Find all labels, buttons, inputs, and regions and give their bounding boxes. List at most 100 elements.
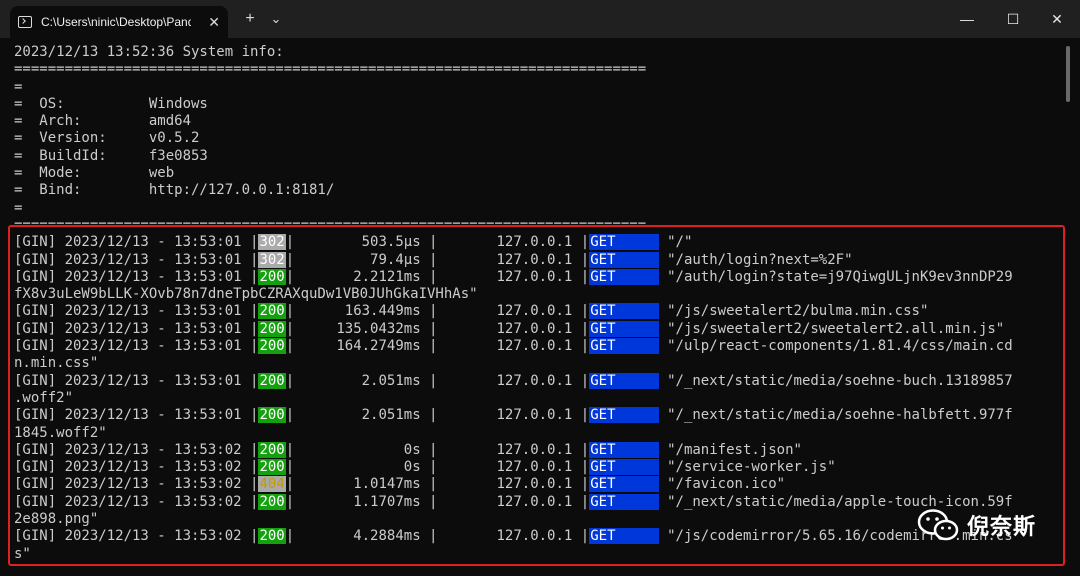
log-latency: 1.1707ms | (294, 493, 438, 510)
log-path: "/auth/login?next=%2F" (658, 251, 853, 268)
system-info-line: = OS: Windows (14, 95, 208, 112)
log-separator: | (580, 320, 590, 337)
log-path: "/js/sweetalert2/sweetalert2.all.min.js" (658, 320, 1005, 337)
chevron-down-icon[interactable]: ⌄ (264, 8, 288, 30)
status-badge: 200 (258, 338, 286, 355)
log-separator: | (580, 528, 590, 545)
log-separator: | (285, 303, 295, 320)
system-info-line: ========================================… (14, 61, 647, 78)
status-badge: 200 (258, 303, 286, 320)
log-separator: | (285, 528, 295, 545)
log-timestamp: [GIN] 2023/12/13 - 13:53:01 (14, 268, 251, 285)
status-badge: 404 (258, 476, 286, 493)
log-latency: 164.2749ms | (294, 338, 438, 355)
log-latency: 503.5µs | (294, 234, 438, 251)
method-badge: GET (589, 234, 659, 251)
log-latency: 1.0147ms | (294, 476, 438, 493)
log-separator: | (580, 338, 590, 355)
log-ip: 127.0.0.1 (437, 234, 581, 251)
log-latency: 0s | (294, 441, 438, 458)
status-badge: 200 (258, 441, 286, 458)
system-info-line: = (14, 199, 23, 216)
log-timestamp: [GIN] 2023/12/13 - 13:53:01 (14, 372, 251, 389)
log-path-continuation: fX8v3uLeW9bLLK-XOvb78n7dneTpbCZRAXquDw1V… (14, 286, 478, 303)
log-separator: | (285, 372, 295, 389)
terminal-tab[interactable]: C:\Users\ninic\Desktop\Pandora ✕ (10, 6, 228, 38)
minimize-button[interactable]: — (944, 0, 990, 38)
new-tab-button[interactable]: + (238, 8, 262, 30)
log-ip: 127.0.0.1 (437, 459, 581, 476)
terminal-icon (18, 16, 32, 28)
log-latency: 2.2121ms | (294, 268, 438, 285)
log-row: [GIN] 2023/12/13 - 13:53:02 |200| 0s | 1… (14, 459, 1060, 476)
method-badge: GET (589, 372, 659, 389)
log-ip: 127.0.0.1 (437, 251, 581, 268)
method-badge: GET (589, 476, 659, 493)
log-row: [GIN] 2023/12/13 - 13:53:02 |200| 0s | 1… (14, 441, 1060, 459)
status-badge: 200 (258, 372, 286, 389)
log-separator: | (580, 441, 590, 458)
tab-close-icon[interactable]: ✕ (208, 14, 220, 31)
log-row: [GIN] 2023/12/13 - 13:53:01 |200| 135.04… (14, 320, 1060, 338)
log-ip: 127.0.0.1 (437, 407, 581, 424)
log-path-continuation: 2e898.png" (14, 511, 99, 528)
log-row: [GIN] 2023/12/13 - 13:53:01 |200| 163.44… (14, 303, 1060, 320)
log-timestamp: [GIN] 2023/12/13 - 13:53:01 (14, 234, 251, 251)
log-path-continuation: 1845.woff2" (14, 424, 107, 441)
method-badge: GET (589, 493, 659, 510)
log-separator: | (285, 338, 295, 355)
log-path: "/" (658, 234, 693, 251)
log-path: "/_next/static/media/soehne-buch.1318985… (658, 372, 1013, 389)
log-timestamp: [GIN] 2023/12/13 - 13:53:01 (14, 320, 251, 337)
system-info-line: = Arch: amd64 (14, 113, 192, 130)
log-separator: | (580, 268, 590, 285)
maximize-button[interactable]: ☐ (990, 0, 1036, 38)
system-info-line: = Version: v0.5.2 (14, 130, 200, 147)
log-row: [GIN] 2023/12/13 - 13:53:02 |200| 4.2884… (14, 528, 1060, 545)
log-ip: 127.0.0.1 (437, 303, 581, 320)
log-timestamp: [GIN] 2023/12/13 - 13:53:02 (14, 528, 251, 545)
log-ip: 127.0.0.1 (437, 476, 581, 493)
log-timestamp: [GIN] 2023/12/13 - 13:53:01 (14, 338, 251, 355)
title-bar: C:\Users\ninic\Desktop\Pandora ✕ + ⌄ — ☐… (0, 0, 1080, 38)
log-timestamp: [GIN] 2023/12/13 - 13:53:01 (14, 251, 251, 268)
log-separator: | (580, 372, 590, 389)
scrollbar-thumb[interactable] (1066, 46, 1070, 102)
method-badge: GET (589, 320, 659, 337)
log-row: [GIN] 2023/12/13 - 13:53:02 |200| 1.1707… (14, 493, 1060, 511)
log-timestamp: [GIN] 2023/12/13 - 13:53:01 (14, 303, 251, 320)
log-path-continuation: s" (14, 545, 31, 562)
log-ip: 127.0.0.1 (437, 372, 581, 389)
system-info-line: = BuildId: f3e0853 (14, 147, 208, 164)
log-separator: | (285, 268, 295, 285)
status-badge: 200 (258, 528, 286, 545)
system-info-line: = Mode: web (14, 165, 175, 182)
terminal-window: C:\Users\ninic\Desktop\Pandora ✕ + ⌄ — ☐… (0, 0, 1080, 576)
wechat-icon (917, 509, 959, 541)
method-badge: GET (589, 441, 659, 458)
watermark-text: 倪奈斯 (967, 514, 1037, 539)
terminal-output[interactable]: 2023/12/13 13:52:36 System info: ========… (14, 44, 1060, 576)
log-latency: 4.2884ms | (294, 528, 438, 545)
log-timestamp: [GIN] 2023/12/13 - 13:53:02 (14, 459, 251, 476)
log-path: "/service-worker.js" (658, 459, 836, 476)
method-badge: GET (589, 528, 659, 545)
close-button[interactable]: ✕ (1034, 0, 1080, 38)
log-separator: | (285, 459, 295, 476)
log-ip: 127.0.0.1 (437, 528, 581, 545)
status-badge: 302 (258, 251, 286, 268)
status-badge: 200 (258, 407, 286, 424)
log-latency: 2.051ms | (294, 372, 438, 389)
log-row: [GIN] 2023/12/13 - 13:53:01 |200| 2.051m… (14, 407, 1060, 424)
method-badge: GET (589, 268, 659, 285)
log-separator: | (285, 251, 295, 268)
log-ip: 127.0.0.1 (437, 338, 581, 355)
method-badge: GET (589, 303, 659, 320)
log-latency: 2.051ms | (294, 407, 438, 424)
log-path-continuation: .woff2" (14, 389, 74, 406)
log-row: [GIN] 2023/12/13 - 13:53:01 |302| 79.4µs… (14, 251, 1060, 269)
log-separator: | (580, 493, 590, 510)
log-separator: | (285, 407, 295, 424)
log-latency: 79.4µs | (294, 251, 438, 268)
system-info-line: 2023/12/13 13:52:36 System info: (14, 44, 284, 60)
